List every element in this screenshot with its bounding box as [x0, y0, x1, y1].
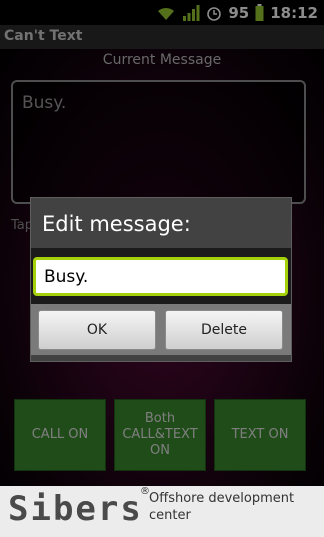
banner-text: Offshore development center — [149, 491, 295, 523]
message-input[interactable]: Busy. — [33, 257, 288, 296]
dialog-body: Busy. OK Delete — [31, 249, 291, 355]
dialog-title: Edit message: — [42, 212, 191, 236]
message-input-value: Busy. — [44, 267, 89, 287]
delete-button[interactable]: Delete — [165, 310, 283, 350]
dialog-button-bar: OK Delete — [31, 304, 291, 355]
sibers-logo: Sibers — [8, 489, 143, 529]
ad-banner[interactable]: Sibers ® Offshore development center — [0, 486, 324, 537]
ok-button[interactable]: OK — [38, 310, 156, 350]
edit-message-dialog: Edit message: Busy. OK Delete — [30, 197, 292, 362]
